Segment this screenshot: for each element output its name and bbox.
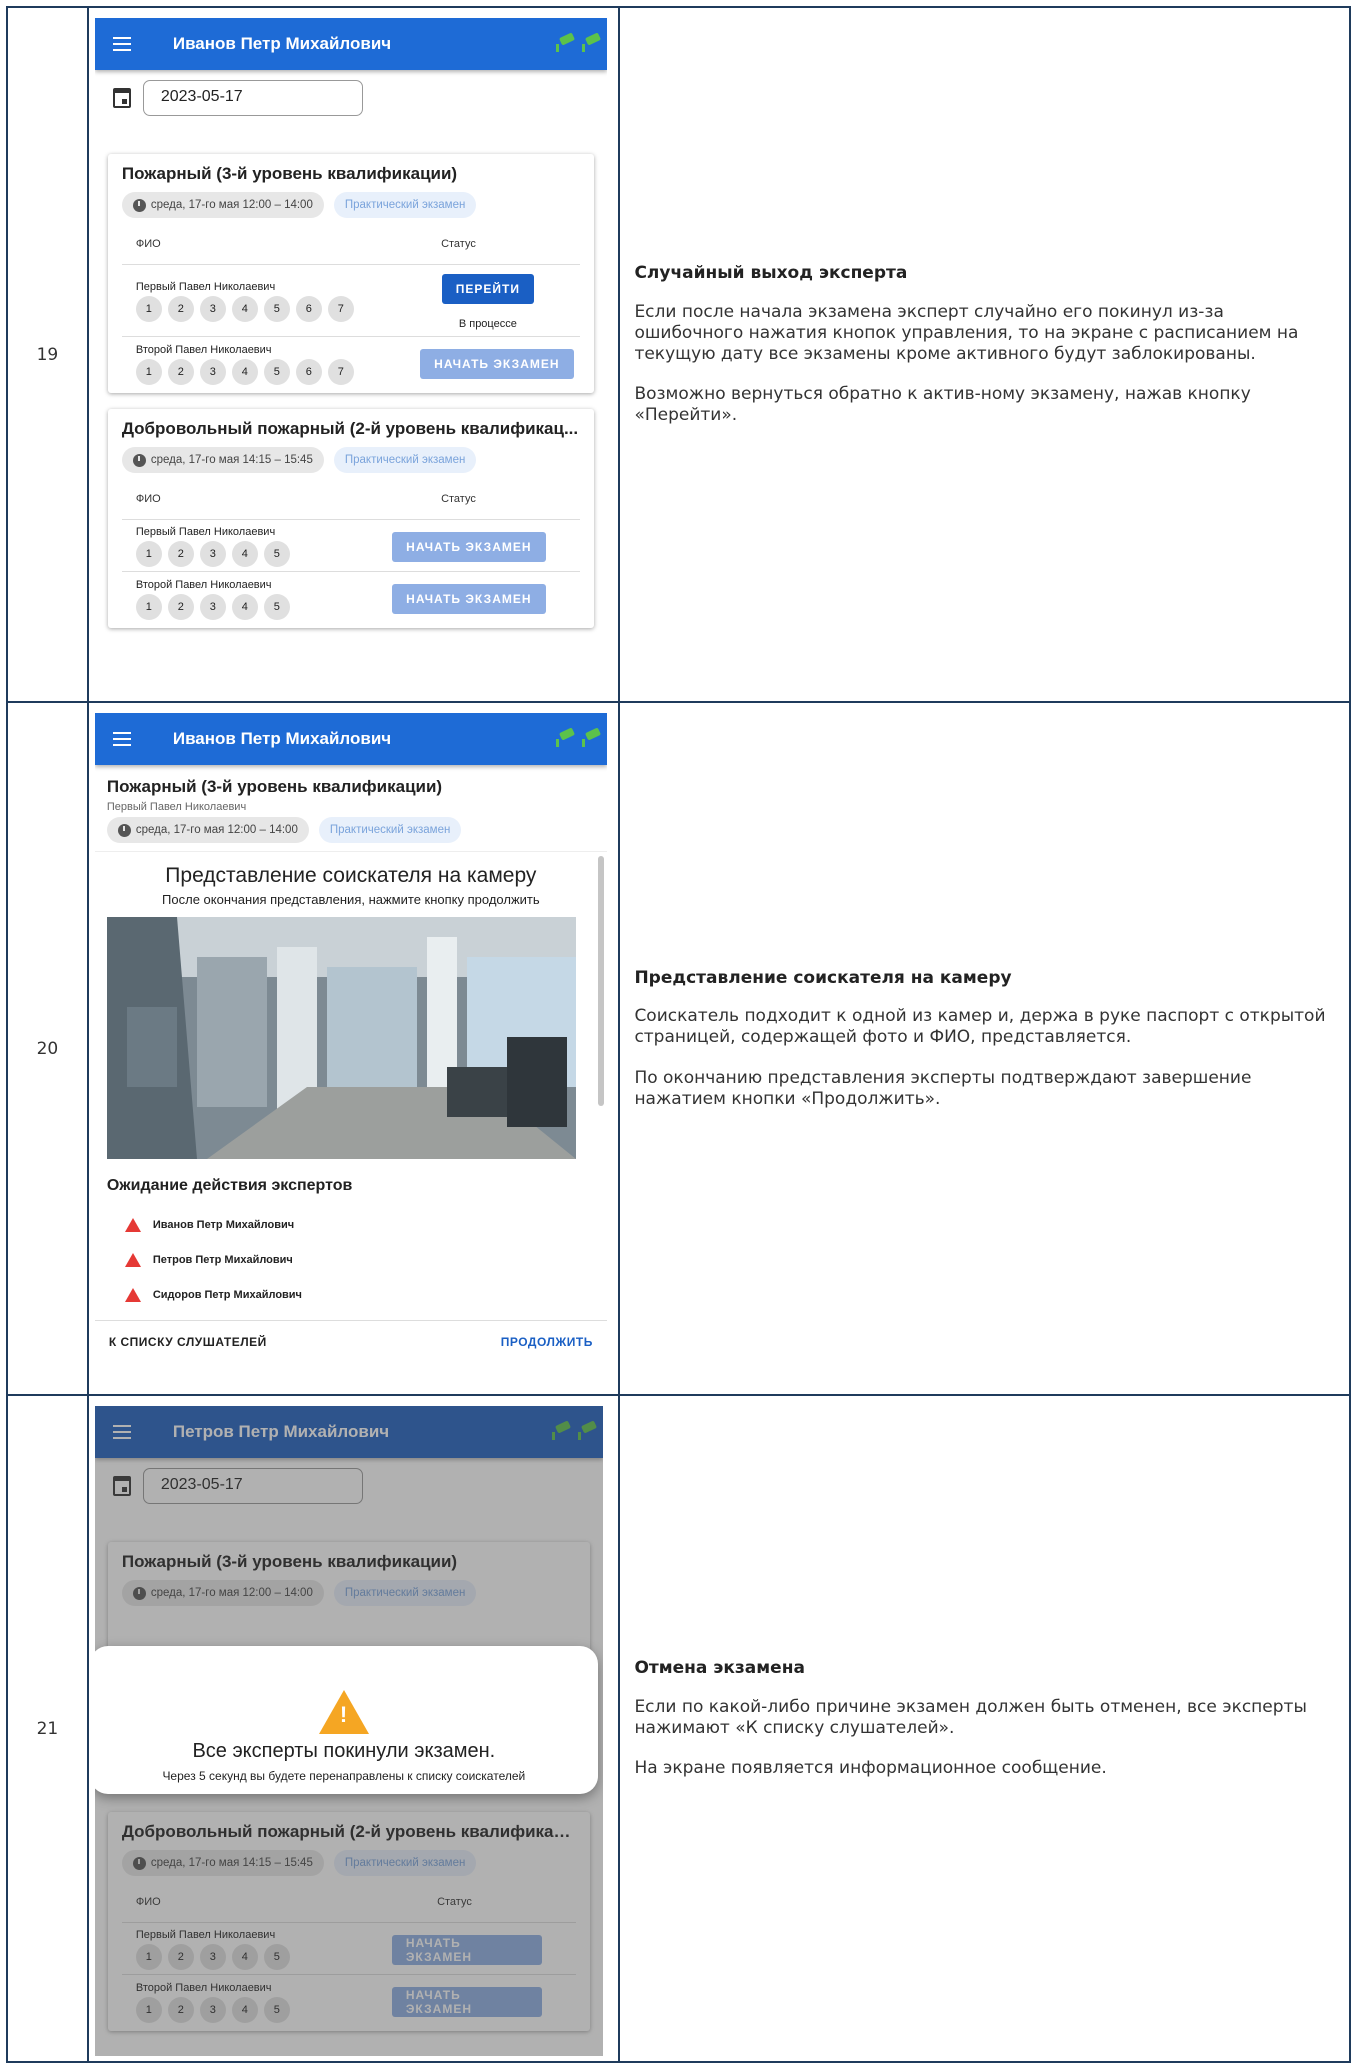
list-item: Второй Павел Николаевич 12345 НАЧАТЬ ЭКЗ… [122, 572, 580, 624]
clock-icon [132, 453, 146, 467]
camera-icon [579, 32, 603, 54]
phone-screen: Иванов Петр Михайлович 2023-05-17 Пожарн… [94, 18, 607, 694]
warning-icon: ! [318, 1690, 369, 1734]
phone-screen: Иванов Петр Михайлович Пожарный (3-й уро… [94, 713, 607, 1389]
list-item: Сидоров Петр Михайлович [95, 1277, 607, 1312]
candidate-name: Первый Павел Николаевич [135, 526, 276, 538]
continue-button[interactable]: ПРОДОЛЖИТЬ [501, 1335, 593, 1349]
table-row: 20 Иванов Петр Михайлович Пожарный (3-й … [6, 701, 1351, 1396]
task-numbers: 12345 [135, 541, 290, 567]
camera-status [553, 727, 603, 749]
warning-icon [124, 1217, 141, 1232]
time-chip: среда, 17-го мая 12:00 – 14:00 [106, 817, 309, 843]
exam-type-chip: Практический экзамен [333, 447, 477, 473]
step-number: 20 [6, 701, 89, 1396]
section-heading: Случайный выход эксперта [634, 263, 908, 284]
exam-card: Пожарный (3-й уровень квалификации) сред… [107, 154, 594, 393]
candidate-name: Первый Павел Николаевич [135, 281, 276, 293]
screenshot-cell: Иванов Петр Михайлович Пожарный (3-й уро… [86, 701, 621, 1396]
candidate-name: Второй Павел Николаевич [135, 343, 272, 356]
camera-icon [553, 32, 577, 54]
exam-card: Добровольный пожарный (2-й уровень квали… [107, 409, 594, 628]
task-numbers: 1234567 [135, 296, 354, 322]
user-name: Иванов Петр Михайлович [172, 34, 392, 53]
candidate-name: Первый Павел Николаевич [106, 801, 247, 813]
description-cell: Случайный выход эксперта Если после нача… [618, 6, 1351, 703]
info-dialog: ! Все эксперты покинули экзамен. Через 5… [94, 1646, 598, 1794]
dialog-message: Через 5 секунд вы будете перенаправлены … [162, 1769, 526, 1783]
dialog-title: Все эксперты покинули экзамен. [192, 1740, 496, 1762]
exam-type-chip: Практический экзамен [333, 192, 477, 218]
section-heading: Представление соискателя на камеру [634, 967, 1012, 988]
description-cell: Отмена экзамена Если по какой-либо причи… [618, 1394, 1351, 2063]
panel-title: Представление соискателя на камеру [165, 864, 537, 887]
table-header: ФИО Статус [121, 493, 580, 520]
date-bar: 2023-05-17 [95, 70, 607, 126]
list-item: Петров Петр Михайлович [95, 1242, 607, 1277]
app-bar: Иванов Петр Михайлович [94, 18, 607, 70]
list-item: Первый Павел Николаевич 1234567 ПЕРЕЙТИ В… [121, 265, 580, 337]
section-heading: Отмена экзамена [634, 1658, 805, 1679]
candidate-name: Второй Павел Николаевич [135, 578, 272, 591]
waiting-title: Ожидание действия экспертов [106, 1177, 353, 1194]
paragraph: Возможно вернуться обратно к актив-ному … [634, 384, 1251, 425]
camera-icon [553, 727, 577, 749]
go-button[interactable]: ПЕРЕЙТИ [441, 273, 534, 304]
paragraph: Если после начала экзамена эксперт случа… [634, 302, 1299, 364]
scrollbar[interactable] [597, 856, 604, 1106]
menu-icon[interactable] [112, 732, 131, 746]
exam-title: Пожарный (3-й уровень квалификации) [121, 164, 458, 183]
task-numbers: 1234567 [135, 358, 354, 385]
user-name: Иванов Петр Михайлович [172, 729, 392, 748]
clock-icon [132, 198, 146, 212]
time-chip: среда, 17-го мая 14:15 – 15:45 [121, 447, 324, 473]
action-bar: К СПИСКУ СЛУШАТЕЛЕЙ ПРОДОЛЖИТЬ [94, 1320, 607, 1363]
screenshot-cell: Петров Петр Михайлович 2023-05-17 Пожарн… [86, 1394, 621, 2063]
step-number: 21 [6, 1394, 89, 2063]
table-row: 19 Иванов Петр Михайлович 2023-05-17 Пож… [6, 6, 1351, 703]
calendar-icon[interactable] [112, 88, 131, 108]
panel-subtitle: После окончания представления, нажмите к… [162, 892, 540, 907]
phone-screen: Петров Петр Михайлович 2023-05-17 Пожарн… [94, 1406, 603, 2056]
camera-icon [579, 727, 603, 749]
start-exam-button[interactable]: НАЧАТЬ ЭКЗАМЕН [419, 349, 574, 379]
list-item: Первый Павел Николаевич 12345 НАЧАТЬ ЭКЗ… [121, 520, 580, 572]
paragraph: Соискатель подходит к одной из камер и, … [634, 1006, 1326, 1048]
status-text: В процессе [458, 317, 517, 330]
step-number: 19 [6, 6, 89, 703]
exam-title: Добровольный пожарный (2-й уровень квали… [121, 419, 579, 438]
task-numbers: 12345 [135, 593, 290, 620]
camera-panel: Представление соискателя на камеру После… [94, 851, 607, 1159]
table-row: 21 Петров Петр Михайлович 2023-05-17 Пож… [6, 1394, 1351, 2063]
instructions-table: 19 Иванов Петр Михайлович 2023-05-17 Пож… [6, 6, 1351, 2063]
list-item: Иванов Петр Михайлович [95, 1207, 607, 1242]
paragraph: Если по какой-либо причине экзамен долже… [634, 1696, 1307, 1738]
paragraph: По окончанию представления эксперты подт… [634, 1067, 1252, 1109]
document-page: 19 Иванов Петр Михайлович 2023-05-17 Пож… [0, 0, 1351, 2067]
date-field[interactable]: 2023-05-17 [142, 80, 363, 116]
app-bar: Иванов Петр Михайлович [94, 713, 607, 765]
clock-icon [117, 823, 131, 837]
exam-title: Пожарный (3-й уровень квалификации) [106, 777, 443, 796]
list-item: Второй Павел Николаевич 1234567 НАЧАТЬ Э… [122, 337, 580, 389]
exam-type-chip: Практический экзамен [318, 817, 462, 843]
back-to-list-button[interactable]: К СПИСКУ СЛУШАТЕЛЕЙ [109, 1335, 267, 1349]
camera-status [553, 32, 603, 54]
description-cell: Представление соискателя на камеру Соиск… [618, 701, 1351, 1396]
warning-icon [124, 1287, 141, 1302]
menu-icon[interactable] [112, 37, 131, 51]
start-exam-button[interactable]: НАЧАТЬ ЭКЗАМЕН [391, 584, 546, 614]
table-header: ФИО Статус [121, 238, 580, 265]
camera-feed-image [106, 917, 576, 1159]
warning-icon [124, 1252, 141, 1267]
paragraph: На экране появляется информационное сооб… [634, 1758, 1107, 1779]
screenshot-cell: Иванов Петр Михайлович 2023-05-17 Пожарн… [86, 6, 621, 703]
start-exam-button[interactable]: НАЧАТЬ ЭКЗАМЕН [391, 531, 546, 562]
time-chip: среда, 17-го мая 12:00 – 14:00 [121, 192, 324, 218]
